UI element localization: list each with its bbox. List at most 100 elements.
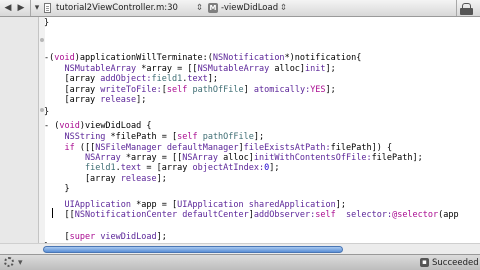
code-token: ([[ (74, 143, 96, 153)
code-token: addObject: (100, 74, 152, 84)
code-token: YES (310, 85, 326, 95)
popup-arrows-icon[interactable]: ⇕ (280, 3, 287, 13)
code-token: self (315, 210, 336, 220)
settings-gear-icon[interactable] (4, 257, 14, 267)
code-token: text (187, 74, 208, 84)
file-name-popup[interactable]: tutorial2ViewController.m:30 (56, 3, 178, 13)
back-arrow-icon[interactable]: ◀ (2, 2, 14, 14)
code-token: field1 (151, 74, 183, 84)
line-number-gutter[interactable] (0, 17, 39, 243)
code-token: release (100, 95, 137, 105)
code-token: ]; (156, 232, 167, 242)
code-line[interactable]: if ([[NSFileManager defaultManager]fileE… (44, 143, 392, 153)
code-line[interactable]: UIApplication *app = [UIApplication shar… (44, 200, 346, 210)
code-token: UIApplication (177, 200, 244, 210)
code-token: alloc] (269, 64, 306, 74)
build-status-icon: ▪ (420, 258, 429, 267)
code-line[interactable]: } (44, 107, 49, 117)
code-token: defaultManager (166, 143, 239, 153)
code-token: objectAtIndex: (192, 163, 265, 173)
lock-icon-body (460, 8, 473, 15)
code-token: text (120, 163, 142, 173)
method-popup[interactable]: -viewDidLoad (221, 3, 278, 13)
code-token: -( (44, 53, 55, 63)
code-token: pathOfFile (192, 85, 244, 95)
code-line[interactable]: -(void)applicationWillTerminate:(NSNotif… (44, 53, 361, 63)
code-token: void (54, 53, 75, 63)
code-line[interactable]: [array release]; (44, 95, 146, 105)
code-token: ]; (269, 163, 280, 173)
code-token: writeToFile: (100, 85, 162, 95)
code-token: [array (44, 174, 121, 184)
code-token: pathOfFile (202, 132, 254, 142)
code-token: NSMutableArray (64, 64, 137, 74)
code-token: initWithContentsOfFile: (253, 153, 372, 163)
code-token: NSNotification (212, 53, 285, 63)
code-token: UIApplication (64, 200, 132, 210)
status-bar: ▾ ▪ Succeeded (0, 254, 480, 270)
code-line[interactable]: [array addObject:field1.text]; (44, 74, 218, 84)
code-line[interactable]: [super viewDidLoad]; (44, 232, 167, 242)
code-token: selector: (346, 210, 393, 220)
code-token: super (69, 232, 96, 242)
code-token: } (44, 18, 50, 28)
code-token: [array (44, 85, 101, 95)
code-token: [array (44, 95, 101, 105)
code-token: void (59, 121, 80, 131)
code-line[interactable]: [[NSNotificationCenter defaultCenter]add… (44, 210, 458, 220)
dropdown-arrow-icon[interactable]: ▾ (18, 257, 23, 269)
scrollbar-thumb[interactable] (43, 246, 343, 253)
code-token: *filePath = [ (105, 132, 178, 142)
code-token: ]; (325, 85, 336, 95)
code-token: ]; (156, 174, 167, 184)
code-token: ] (243, 85, 254, 95)
code-token: defaultCenter (182, 210, 249, 220)
code-line[interactable]: NSString *filePath = [self pathOfFile]; (44, 132, 264, 142)
code-line[interactable]: [array writeToFile:[self pathOfFile] ato… (44, 85, 336, 95)
separator (456, 0, 457, 16)
code-editor[interactable]: } -(void)applicationWillTerminate:(NSNoti… (44, 17, 480, 243)
code-token: NSArray (182, 153, 219, 163)
code-line[interactable]: - (void)viewDidLoad { (44, 121, 152, 131)
code-token: filePath]; (371, 153, 423, 163)
code-token: ]; (325, 64, 336, 74)
code-token: [array (44, 74, 101, 84)
code-token: init (305, 64, 326, 74)
code-token: [ (44, 232, 70, 242)
text-cursor (52, 208, 53, 218)
code-token: ]; (253, 132, 265, 142)
code-line[interactable]: NSArray *array = [[NSArray alloc]initWit… (44, 153, 423, 163)
code-token: ]; (335, 200, 346, 210)
code-line[interactable]: NSMutableArray *array = [[NSMutableArray… (44, 64, 336, 74)
forward-arrow-icon[interactable]: ▶ (15, 2, 27, 14)
code-token: } (44, 184, 70, 194)
code-token: )viewDidLoad { (79, 121, 152, 131)
code-token: ]; (136, 95, 147, 105)
code-token: = [array (141, 163, 193, 173)
code-token: filePath]) { (330, 143, 393, 153)
code-line[interactable]: field1.text = [array objectAtIndex:0]; (44, 163, 280, 173)
code-token: @selector (392, 210, 439, 220)
code-token: NSArray (84, 153, 121, 163)
code-line[interactable]: } (44, 18, 49, 28)
horizontal-scrollbar[interactable] (0, 243, 480, 254)
code-token: *array = [[ (120, 153, 183, 163)
code-line[interactable]: [array release]; (44, 174, 167, 184)
code-token: self (177, 132, 198, 142)
code-line[interactable]: } (44, 184, 70, 194)
popup-arrows-icon[interactable]: ⇕ (196, 3, 203, 13)
file-history-icon[interactable]: ▾ (31, 2, 43, 14)
code-token: atomically: (253, 85, 311, 95)
code-token: NSFileManager (95, 143, 162, 153)
code-token: *array = [[ (136, 64, 198, 74)
code-token: if (64, 143, 75, 153)
build-status-text: Succeeded (432, 258, 479, 268)
code-token: [[ (44, 210, 75, 220)
